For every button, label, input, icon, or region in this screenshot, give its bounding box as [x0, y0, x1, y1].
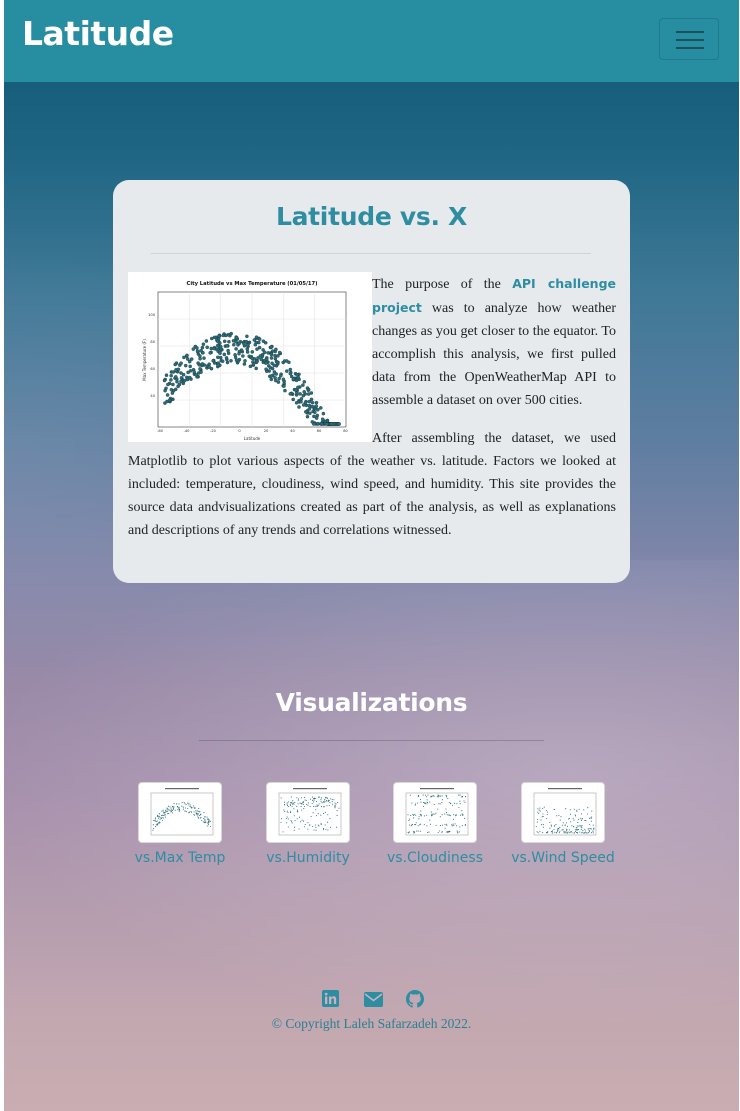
plot-title: City Latitude vs Max Temperature (01/05/… [187, 281, 318, 287]
svg-text:60: 60 [150, 367, 155, 371]
copyright-text: © Copyright Laleh Safarzadeh 2022. [271, 1016, 472, 1031]
navbar-brand[interactable]: Latitude [22, 14, 174, 53]
viz-link-max-temp[interactable]: vs.Max Temp [128, 847, 232, 870]
viz-link-humidity[interactable]: vs.Humidity [256, 847, 360, 870]
viz-link-cloudiness[interactable]: vs.Cloudiness [383, 847, 487, 870]
intro-paragraph-2: After assembling the dataset, we used Ma… [128, 431, 616, 538]
github-icon[interactable] [406, 990, 424, 1008]
intro-paragraph-1: The purpose of the API challenge project… [372, 276, 616, 408]
viz-thumbnail[interactable] [521, 782, 605, 843]
svg-text:80: 80 [150, 340, 155, 344]
linkedin-icon[interactable] [322, 990, 340, 1008]
viz-thumbnail[interactable] [138, 782, 222, 843]
svg-text:100: 100 [148, 313, 156, 317]
svg-text:40: 40 [150, 394, 155, 398]
viz-link-wind-speed[interactable]: vs.Wind Speed [511, 847, 615, 870]
viz-item-cloudiness[interactable]: vs.Cloudiness [387, 782, 483, 870]
divider [199, 740, 544, 741]
viz-thumbnail[interactable] [266, 782, 350, 843]
envelope-icon[interactable] [364, 992, 383, 1010]
plot-ylabel: Max Temperature (F) [142, 339, 147, 381]
intro-card: Latitude vs. X City Latitude vs Max Temp… [113, 180, 630, 583]
visualizations-title: Visualizations [275, 688, 468, 717]
navbar: Latitude [4, 0, 739, 82]
viz-thumbnail[interactable] [393, 782, 477, 843]
navbar-toggle-button[interactable] [659, 18, 719, 60]
max-temp-plot-image: City Latitude vs Max Temperature (01/05/… [128, 272, 372, 442]
card-title: Latitude vs. X [275, 202, 468, 231]
viz-item-humidity[interactable]: vs.Humidity [266, 782, 350, 870]
viz-item-max-temp[interactable]: vs.Max Temp [135, 782, 225, 870]
viz-item-wind-speed[interactable]: vs.Wind Speed [511, 782, 615, 870]
divider [151, 253, 591, 254]
page-background: Latitude Latitude vs. X City Latitude vs… [4, 0, 739, 1111]
